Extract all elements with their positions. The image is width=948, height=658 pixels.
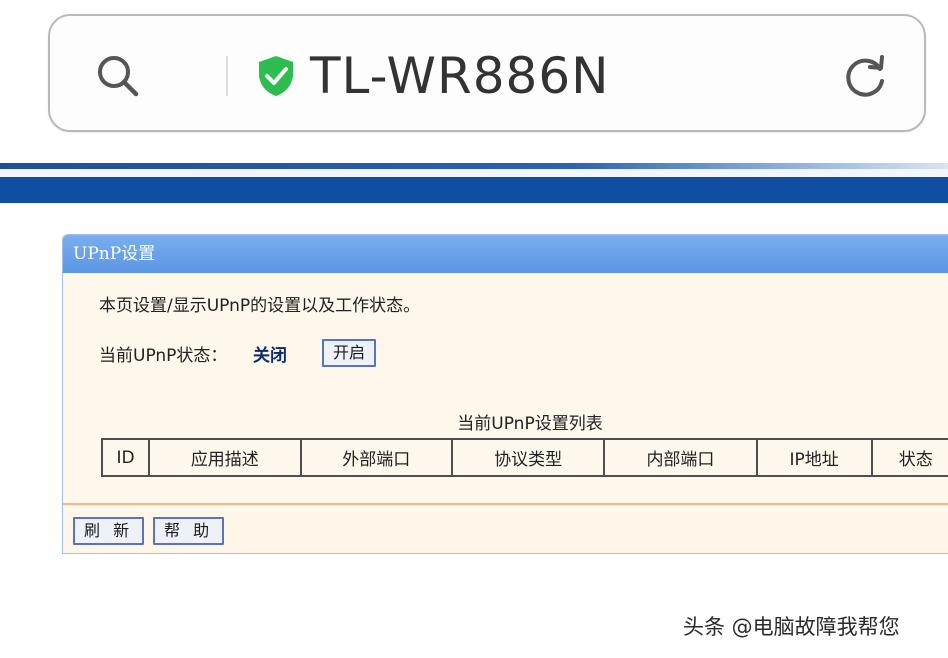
column-header-internal-port: 内部端口	[603, 438, 758, 477]
shield-check-icon	[259, 56, 293, 96]
upnp-panel: UPnP设置 本页设置/显示UPnP的设置以及工作状态。 当前UPnP状态： 关…	[62, 234, 948, 554]
search-icon[interactable]	[94, 52, 142, 100]
enable-upnp-button[interactable]: 开启	[322, 339, 377, 367]
panel-header: UPnP设置	[63, 235, 948, 273]
column-header-id: ID	[100, 438, 151, 477]
upnp-rules-table: ID 应用描述 外部端口 协议类型 内部端口 IP地址 状态	[100, 438, 948, 477]
panel-body: 本页设置/显示UPnP的设置以及工作状态。 当前UPnP状态： 关闭 开启 当前…	[63, 273, 948, 505]
column-header-status: 状态	[870, 438, 948, 477]
column-header-protocol: 协议类型	[450, 438, 606, 477]
upnp-status-label: 当前UPnP状态：	[99, 346, 228, 366]
header-stripe-gap	[0, 169, 948, 177]
table-header-row: ID 应用描述 外部端口 协议类型 内部端口 IP地址 状态	[100, 438, 948, 477]
address-separator	[226, 56, 228, 96]
column-header-ip-address: IP地址	[755, 438, 873, 477]
upnp-list-caption: 当前UPnP设置列表	[457, 414, 603, 434]
column-header-external-port: 外部端口	[299, 438, 453, 477]
address-bar[interactable]: TL-WR886N	[48, 14, 926, 132]
column-header-description: 应用描述	[148, 438, 302, 477]
header-stripe-thick	[0, 177, 948, 203]
reload-icon[interactable]	[840, 52, 890, 102]
watermark: 头条 @电脑故障我帮您	[683, 615, 900, 639]
refresh-button[interactable]: 刷 新	[73, 517, 145, 545]
panel-title: UPnP设置	[73, 244, 156, 264]
address-title[interactable]: TL-WR886N	[310, 44, 610, 108]
upnp-status-value: 关闭	[253, 346, 287, 366]
page-description: 本页设置/显示UPnP的设置以及工作状态。	[99, 296, 421, 316]
panel-footer: 刷 新 帮 助	[63, 507, 948, 553]
help-button[interactable]: 帮 助	[153, 517, 225, 545]
